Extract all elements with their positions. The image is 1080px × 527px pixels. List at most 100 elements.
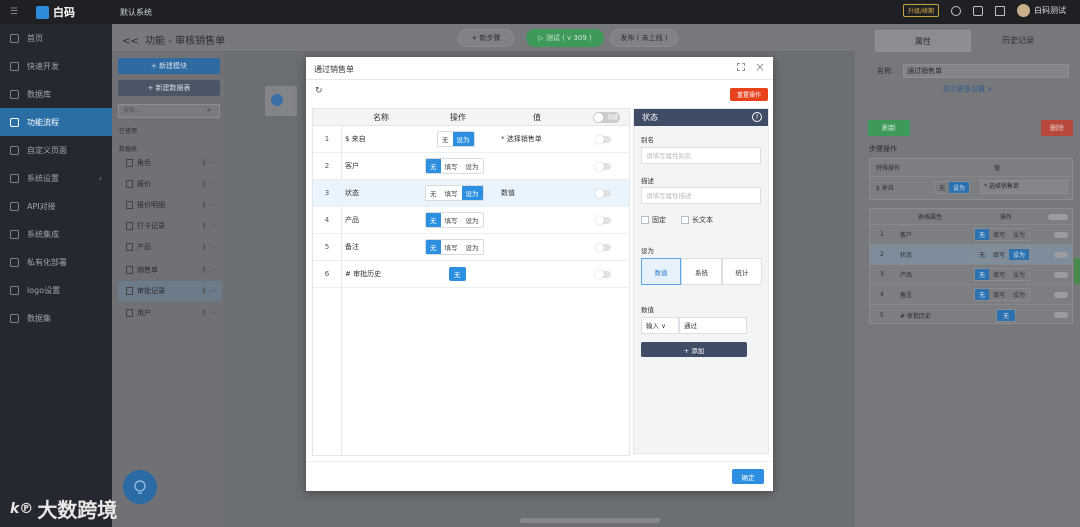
op-fill[interactable]: 填写: [440, 240, 462, 254]
help-icon[interactable]: ?: [752, 112, 762, 122]
table-item[interactable]: 角色 ⫼ ⋯: [126, 153, 222, 173]
menu-icon[interactable]: ☰: [10, 7, 18, 17]
op-fill[interactable]: 填写: [989, 229, 1009, 240]
confirm-button[interactable]: 确定: [732, 469, 764, 484]
from-select[interactable]: * 选择销售单: [980, 180, 1068, 194]
op-setto[interactable]: 设为: [461, 159, 483, 173]
op-fill[interactable]: 填写: [440, 159, 462, 173]
row-switch[interactable]: [595, 215, 611, 225]
table-actions[interactable]: ⫼ ⋯: [203, 201, 218, 210]
table-item[interactable]: 用户 ⫼ ⋯: [126, 303, 222, 323]
op-none[interactable]: 无: [438, 132, 453, 146]
op-fill[interactable]: 填写: [989, 289, 1009, 300]
test-button[interactable]: ▷ 测试 ( v 309 ): [526, 29, 604, 47]
new-step-button[interactable]: + 新步骤: [458, 29, 514, 47]
op-setto[interactable]: 设为: [1009, 249, 1030, 260]
op-toggle[interactable]: 无: [996, 308, 1017, 322]
op-setto[interactable]: 设为: [461, 186, 483, 200]
table-item[interactable]: 报价 ⫼ ⋯: [126, 174, 222, 194]
nav-item-database[interactable]: 数据库: [0, 80, 112, 108]
nav-item-dataset[interactable]: 数据集: [0, 304, 112, 332]
nav-item-settings[interactable]: 系统设置 ›: [0, 164, 112, 192]
op-setto[interactable]: 设为: [452, 132, 474, 146]
op-setto[interactable]: 设为: [1009, 289, 1029, 300]
user-menu[interactable]: 白码测试: [1017, 4, 1066, 17]
op-fill[interactable]: 填写: [989, 269, 1009, 280]
close-icon[interactable]: ×: [755, 60, 765, 74]
tile-number[interactable]: 数值: [641, 258, 682, 285]
tab-properties[interactable]: 属性: [875, 30, 971, 52]
refresh-button[interactable]: 刷新: [868, 120, 910, 136]
row-value[interactable]: * 选择销售单: [501, 134, 542, 144]
play-icon[interactable]: [951, 5, 961, 16]
nav-item-quick-dev[interactable]: 快速开发: [0, 52, 112, 80]
table-actions[interactable]: ⫼ ⋯: [203, 243, 218, 252]
op-toggle[interactable]: 无填写 设为: [425, 212, 484, 228]
op-setto[interactable]: 设为: [1009, 229, 1029, 240]
long-text-checkbox[interactable]: 长文本: [681, 215, 713, 225]
nav-item-home[interactable]: 首页: [0, 24, 112, 52]
hide-switch[interactable]: 隐藏: [593, 112, 620, 123]
row-switch[interactable]: [1054, 271, 1068, 278]
row-switch[interactable]: [595, 242, 611, 252]
table-actions[interactable]: ⫼ ⋯: [203, 180, 218, 189]
value-input[interactable]: 通过: [679, 317, 747, 334]
op-none[interactable]: 无: [975, 249, 989, 260]
table-item[interactable]: 打卡记录 ⫼ ⋯: [126, 216, 222, 236]
op-toggle[interactable]: 无填写 设为: [974, 288, 1031, 301]
grid-row[interactable]: 2 客户 无填写 设为: [313, 153, 629, 180]
op-toggle[interactable]: 无设为: [934, 180, 971, 194]
new-table-button[interactable]: + 新建数据表: [118, 80, 220, 96]
expand-icon[interactable]: [737, 63, 745, 71]
op-toggle[interactable]: 无填写 设为: [425, 185, 484, 201]
nav-item-private-deploy[interactable]: 私有化部署: [0, 248, 112, 276]
row-switch[interactable]: [595, 269, 611, 279]
row-switch[interactable]: [1054, 231, 1068, 238]
new-module-button[interactable]: + 新建模块: [118, 58, 220, 74]
reset-ops-button[interactable]: 重置操作: [730, 88, 768, 101]
op-fill[interactable]: 填写: [989, 249, 1009, 260]
op-setto[interactable]: 设为: [1009, 269, 1029, 280]
back-button[interactable]: <<: [122, 36, 139, 47]
bug-icon[interactable]: [973, 5, 983, 16]
grid-row[interactable]: 4 产品 无填写 设为: [313, 207, 629, 234]
op-none[interactable]: 无: [975, 269, 990, 280]
row-switch[interactable]: [1054, 312, 1068, 318]
search-icon[interactable]: ⌕: [207, 106, 211, 115]
table-item[interactable]: 销售单 ⫼ ⋯: [126, 260, 222, 280]
alias-input[interactable]: 请填写属性别名: [641, 147, 761, 164]
nav-item-integration[interactable]: 系统集成: [0, 220, 112, 248]
op-toggle[interactable]: 无设为: [437, 131, 475, 147]
horizontal-scrollbar[interactable]: [520, 518, 660, 523]
nav-item-custom-page[interactable]: 自定义页面: [0, 136, 112, 164]
nav-item-api[interactable]: API对接: [0, 192, 112, 220]
input-type-select[interactable]: 输入 ∨: [641, 317, 679, 334]
row-switch[interactable]: [595, 188, 611, 198]
delete-button[interactable]: 删除: [1041, 120, 1073, 136]
fixed-checkbox[interactable]: 固定: [641, 215, 666, 225]
op-toggle[interactable]: 无填写 设为: [974, 228, 1031, 241]
table-actions[interactable]: ⫼ ⋯: [203, 266, 218, 275]
op-toggle[interactable]: 无填写 设为: [974, 268, 1031, 281]
side-handle[interactable]: [1074, 258, 1080, 284]
op-none[interactable]: 无: [426, 213, 441, 227]
op-none[interactable]: 无: [449, 267, 466, 281]
table-actions[interactable]: ⫼ ⋯: [203, 159, 218, 168]
row-switch[interactable]: [595, 134, 611, 144]
nav-item-logo[interactable]: logo设置: [0, 276, 112, 304]
tab-history[interactable]: 历史记录: [971, 30, 1065, 52]
table-item[interactable]: 报价明细 ⫼ ⋯: [126, 195, 222, 215]
more-settings-link[interactable]: 显示更多设置 ∨: [943, 84, 992, 94]
grid-row[interactable]: 1 $ 来自 无设为 * 选择销售单: [313, 126, 629, 153]
op-none[interactable]: 无: [975, 289, 990, 300]
add-button[interactable]: + 添加: [641, 342, 747, 357]
op-fill[interactable]: 填写: [440, 186, 462, 200]
help-doc-icon[interactable]: [995, 5, 1005, 16]
table-item[interactable]: 产品 ⫼ ⋯: [126, 237, 222, 257]
tile-system[interactable]: 系统: [681, 258, 722, 285]
op-none[interactable]: 无: [997, 309, 1016, 321]
table-actions[interactable]: ⫼ ⋯: [203, 309, 218, 318]
grid-row-selected[interactable]: 3 状态 无填写 设为 数值: [313, 180, 629, 207]
op-toggle[interactable]: 无填写 设为: [425, 239, 484, 255]
search-input[interactable]: 搜索...: [118, 104, 220, 118]
